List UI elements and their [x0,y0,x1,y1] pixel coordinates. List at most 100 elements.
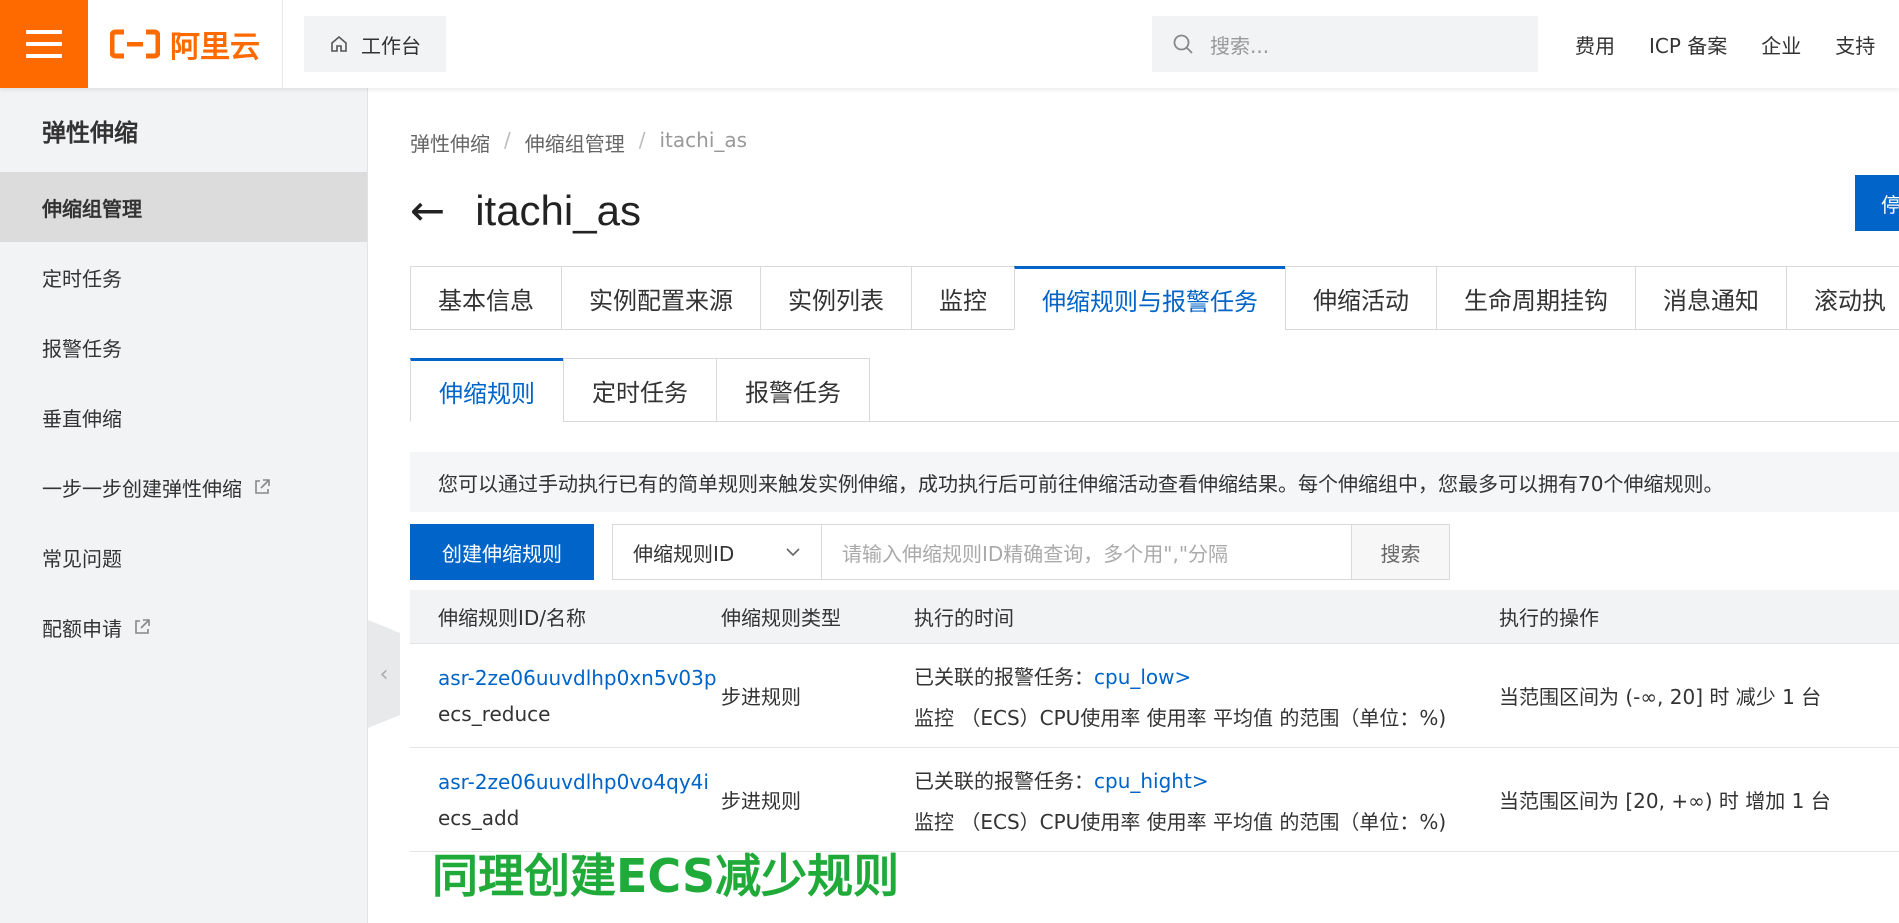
subtab-alarm-tasks[interactable]: 报警任务 [716,358,870,422]
sidebar-item-vertical-scaling[interactable]: 垂直伸缩 [0,382,367,452]
chevron-left-icon: ‹ [379,661,389,687]
alarm-prefix: 已关联的报警任务： [914,768,1094,793]
sidebar-item-alarm-tasks[interactable]: 报警任务 [0,312,367,382]
sidebar-item-label: 常见问题 [42,546,122,571]
column-header: 执行的操作 [1499,606,1599,630]
annotation-overlay-text: 同理创建ECS减少规则 [432,849,900,903]
workbench-label: 工作台 [361,33,421,58]
title-row: ← itachi_as [410,176,641,246]
page-title: itachi_as [475,187,641,234]
tab-scaling-rules-and-alarms[interactable]: 伸缩规则与报警任务 [1014,266,1285,330]
main-content: 弹性伸缩 / 伸缩组管理 / itachi_as ← itachi_as 停 基… [410,88,1899,923]
top-link-support[interactable]: 支持 [1835,30,1875,59]
sidebar-title: 弹性伸缩 [42,118,138,147]
sidebar-collapse-handle[interactable]: ‹ [368,620,400,728]
sidebar-item-quota-request[interactable]: 配额申请 [0,592,367,662]
tab-lifecycle-hooks[interactable]: 生命周期挂钩 [1436,266,1635,330]
top-links: 费用 ICP 备案 企业 支持 [1575,0,1875,88]
sidebar-item-label: 定时任务 [42,266,122,291]
menu-line [26,30,62,34]
info-notice: 您可以通过手动执行已有的简单规则来触发实例伸缩，成功执行后可前往伸缩活动查看伸缩… [410,452,1899,512]
back-arrow-icon[interactable]: ← [410,190,445,232]
sidebar-item-scaling-group-management[interactable]: 伸缩组管理 [0,172,367,242]
column-header: 伸缩规则ID/名称 [438,606,587,630]
tab-scaling-activities[interactable]: 伸缩活动 [1285,266,1436,330]
menu-line [26,42,62,46]
sidebar-item-scheduled-tasks[interactable]: 定时任务 [0,242,367,312]
execution-action: 当范围区间为 (-∞, 20] 时 减少 1 台 [1499,685,1822,709]
breadcrumb-current: itachi_as [659,128,748,152]
top-link-enterprise[interactable]: 企业 [1761,30,1801,59]
subtab-scaling-rules[interactable]: 伸缩规则 [410,358,563,422]
main-tabs: 基本信息 实例配置来源 实例列表 监控 伸缩规则与报警任务 伸缩活动 生命周期挂… [410,266,1899,330]
tab-instance-config-source[interactable]: 实例配置来源 [561,266,760,330]
sidebar: 弹性伸缩 伸缩组管理 定时任务 报警任务 垂直伸缩 一步一步创建弹性伸缩 常见问… [0,88,368,923]
alarm-prefix: 已关联的报警任务： [914,664,1094,689]
chevron-down-icon [786,548,800,557]
rule-id-search-input[interactable]: 请输入伸缩规则ID精确查询，多个用","分隔 [822,524,1352,580]
search-field-select[interactable]: 伸缩规则ID [612,524,822,580]
tab-monitoring[interactable]: 监控 [911,266,1014,330]
stop-button[interactable]: 停 [1855,175,1899,231]
global-search-input[interactable]: 搜索... [1152,16,1538,72]
table-row: asr-2ze06uuvdlhp0vo4qy4i ecs_add 步进规则 已关… [410,748,1899,852]
tab-instance-list[interactable]: 实例列表 [760,266,911,330]
execution-time-cell: 已关联的报警任务：cpu_hight> 监控 （ECS）CPU使用率 使用率 平… [914,765,1499,835]
tab-notifications[interactable]: 消息通知 [1635,266,1786,330]
select-value: 伸缩规则ID [633,541,735,566]
breadcrumb-item[interactable]: 伸缩组管理 [525,128,625,157]
search-placeholder: 搜索... [1210,33,1270,58]
alarm-task-link[interactable]: cpu_low> [1094,665,1191,689]
input-placeholder: 请输入伸缩规则ID精确查询，多个用","分隔 [842,541,1229,566]
top-link-fees[interactable]: 费用 [1575,30,1615,59]
breadcrumb-separator: / [638,128,646,152]
home-icon [331,35,347,52]
search-icon [1173,34,1193,54]
monitor-description: 监控 （ECS）CPU使用率 使用率 平均值 的范围（单位：%) [914,705,1447,730]
breadcrumb-item[interactable]: 弹性伸缩 [410,128,490,157]
sidebar-item-label: 报警任务 [42,336,122,361]
create-scaling-rule-button[interactable]: 创建伸缩规则 [410,524,594,580]
hamburger-menu-button[interactable] [0,0,88,88]
scaling-rules-table: 伸缩规则ID/名称 伸缩规则类型 执行的时间 执行的操作 asr-2ze06uu… [410,590,1899,852]
column-header: 伸缩规则类型 [721,606,841,630]
rule-name: ecs_add [438,805,520,830]
sidebar-item-step-by-step-guide[interactable]: 一步一步创建弹性伸缩 [0,452,367,522]
rule-id-cell: asr-2ze06uuvdlhp0vo4qy4i ecs_add [410,770,721,830]
alarm-association: 已关联的报警任务：cpu_low> [914,661,1499,690]
alarm-association: 已关联的报警任务：cpu_hight> [914,765,1499,794]
breadcrumb-separator: / [504,128,511,152]
column-header: 执行的时间 [914,606,1014,630]
aliyun-logo-icon [109,29,161,59]
sidebar-item-faq[interactable]: 常见问题 [0,522,367,592]
breadcrumb: 弹性伸缩 / 伸缩组管理 / itachi_as [410,128,747,157]
table-row: asr-2ze06uuvdlhp0xn5v03p ecs_reduce 步进规则… [410,644,1899,748]
external-link-icon [135,619,150,634]
sidebar-item-label: 伸缩组管理 [42,196,142,221]
rule-type: 步进规则 [721,685,801,709]
rule-type: 步进规则 [721,789,801,813]
tab-rolling-update[interactable]: 滚动执 [1786,266,1899,330]
menu-line [26,54,62,58]
top-navigation-bar: 阿里云 工作台 搜索... 费用 ICP 备案 企业 支持 [0,0,1899,88]
execution-action: 当范围区间为 [20, +∞) 时 增加 1 台 [1499,789,1831,813]
sidebar-item-label: 配额申请 [42,616,122,641]
rule-id-cell: asr-2ze06uuvdlhp0xn5v03p ecs_reduce [410,666,721,726]
top-link-icp[interactable]: ICP 备案 [1649,30,1727,59]
alarm-task-link[interactable]: cpu_hight> [1094,769,1209,793]
search-button[interactable]: 搜索 [1352,524,1450,580]
sidebar-item-label: 一步一步创建弹性伸缩 [42,476,242,501]
workbench-button[interactable]: 工作台 [304,16,446,72]
subtab-scheduled-tasks[interactable]: 定时任务 [563,358,716,422]
tab-basic-info[interactable]: 基本信息 [410,266,561,330]
sidebar-item-label: 垂直伸缩 [42,406,122,431]
aliyun-logo[interactable]: 阿里云 [88,0,283,88]
monitor-description: 监控 （ECS）CPU使用率 使用率 平均值 的范围（单位：%) [914,809,1447,834]
rule-name: ecs_reduce [438,701,551,726]
rule-id-link[interactable]: asr-2ze06uuvdlhp0vo4qy4i [438,770,721,794]
external-link-icon [255,479,270,494]
rule-id-link[interactable]: asr-2ze06uuvdlhp0xn5v03p [438,666,721,690]
logo-text: 阿里云 [170,30,260,65]
table-header: 伸缩规则ID/名称 伸缩规则类型 执行的时间 执行的操作 [410,590,1899,644]
execution-time-cell: 已关联的报警任务：cpu_low> 监控 （ECS）CPU使用率 使用率 平均值… [914,661,1499,731]
